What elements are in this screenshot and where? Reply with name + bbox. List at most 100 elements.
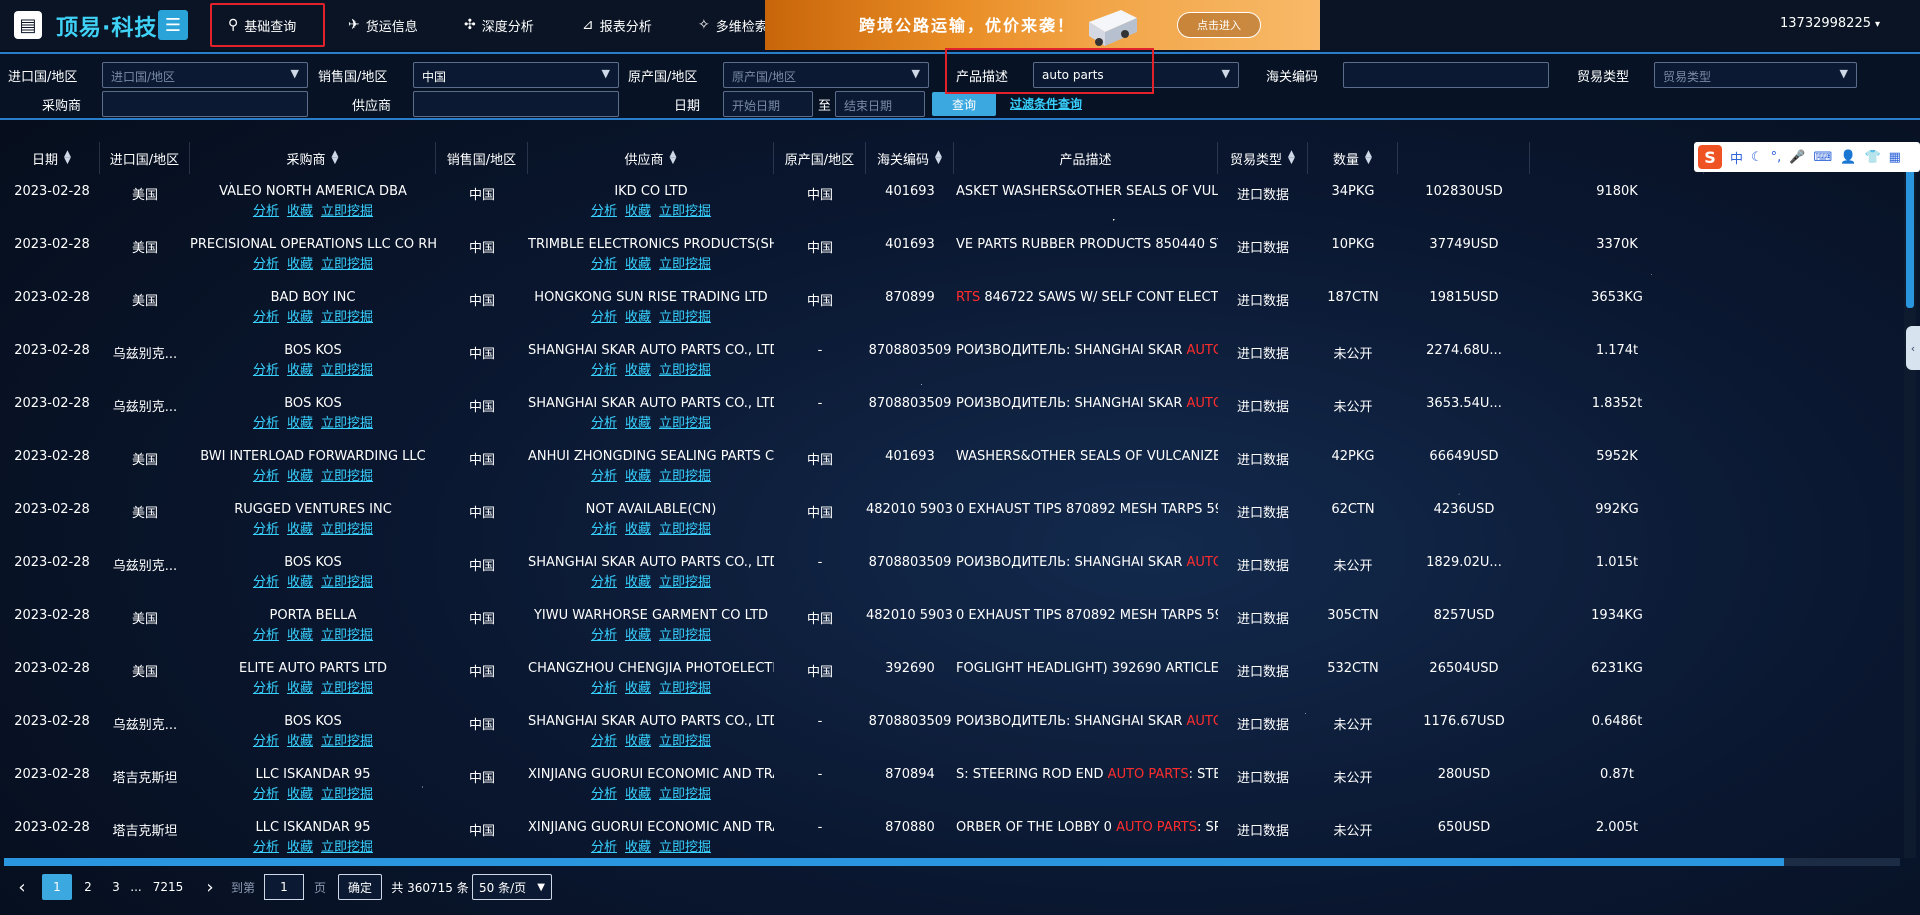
favorite-link[interactable]: 收藏 <box>287 204 313 219</box>
analyze-link[interactable]: 分析 <box>591 575 617 590</box>
side-panel-toggle[interactable]: ‹ <box>1906 326 1920 370</box>
analyze-link[interactable]: 分析 <box>591 469 617 484</box>
favorite-link[interactable]: 收藏 <box>625 522 651 537</box>
mine-link[interactable]: 立即挖掘 <box>659 734 711 749</box>
prev-page-button[interactable]: ‹ <box>14 874 30 900</box>
mine-link[interactable]: 立即挖掘 <box>659 310 711 325</box>
favorite-link[interactable]: 收藏 <box>287 310 313 325</box>
goto-page-input[interactable]: 1 <box>264 874 304 900</box>
mine-link[interactable]: 立即挖掘 <box>321 522 373 537</box>
favorite-link[interactable]: 收藏 <box>625 363 651 378</box>
trade-type-select[interactable]: 贸易类型 ▼ <box>1654 62 1857 88</box>
mine-link[interactable]: 立即挖掘 <box>321 204 373 219</box>
filter-condition-link[interactable]: 过滤条件查询 <box>1010 95 1082 112</box>
mine-link[interactable]: 立即挖掘 <box>659 575 711 590</box>
page-2[interactable]: 2 <box>80 874 96 900</box>
analyze-link[interactable]: 分析 <box>591 257 617 272</box>
sort-icon[interactable]: ▲ ▼ <box>332 150 339 166</box>
favorite-link[interactable]: 收藏 <box>625 628 651 643</box>
moon-icon[interactable]: ☾ <box>1751 150 1763 165</box>
page-1[interactable]: 1 <box>42 874 72 900</box>
favorite-link[interactable]: 收藏 <box>625 787 651 802</box>
mine-link[interactable]: 立即挖掘 <box>659 522 711 537</box>
favorite-link[interactable]: 收藏 <box>287 575 313 590</box>
analyze-link[interactable]: 分析 <box>591 204 617 219</box>
mine-link[interactable]: 立即挖掘 <box>321 734 373 749</box>
mine-link[interactable]: 立即挖掘 <box>659 416 711 431</box>
mine-link[interactable]: 立即挖掘 <box>321 628 373 643</box>
analyze-link[interactable]: 分析 <box>253 734 279 749</box>
analyze-link[interactable]: 分析 <box>253 840 279 855</box>
mine-link[interactable]: 立即挖掘 <box>321 681 373 696</box>
analyze-link[interactable]: 分析 <box>591 310 617 325</box>
favorite-link[interactable]: 收藏 <box>287 522 313 537</box>
confirm-button[interactable]: 确定 <box>338 874 382 900</box>
favorite-link[interactable]: 收藏 <box>287 416 313 431</box>
analyze-link[interactable]: 分析 <box>591 681 617 696</box>
favorite-link[interactable]: 收藏 <box>625 204 651 219</box>
microphone-icon[interactable]: 🎤 <box>1789 150 1805 165</box>
nav-report-analysis[interactable]: ⊿ 报表分析 <box>582 0 652 50</box>
mine-link[interactable]: 立即挖掘 <box>659 681 711 696</box>
analyze-link[interactable]: 分析 <box>591 787 617 802</box>
supplier-input[interactable] <box>413 91 619 117</box>
mine-link[interactable]: 立即挖掘 <box>321 416 373 431</box>
vertical-scrollbar[interactable] <box>1904 148 1916 858</box>
sales-country-select[interactable]: 中国 ▼ <box>413 62 619 88</box>
sort-icon[interactable]: ▲ ▼ <box>64 150 71 166</box>
mine-link[interactable]: 立即挖掘 <box>321 787 373 802</box>
favorite-link[interactable]: 收藏 <box>625 840 651 855</box>
analyze-link[interactable]: 分析 <box>253 628 279 643</box>
column-header[interactable]: 供应商 ▲ ▼ <box>528 142 774 174</box>
analyze-link[interactable]: 分析 <box>591 840 617 855</box>
analyze-link[interactable]: 分析 <box>253 469 279 484</box>
analyze-link[interactable]: 分析 <box>253 310 279 325</box>
analyze-link[interactable]: 分析 <box>253 522 279 537</box>
punctuation-icon[interactable]: °, <box>1771 150 1782 165</box>
mine-link[interactable]: 立即挖掘 <box>659 840 711 855</box>
mine-link[interactable]: 立即挖掘 <box>659 628 711 643</box>
scroll-thumb[interactable] <box>4 858 1784 866</box>
keyboard-icon[interactable]: ⌨ <box>1814 150 1833 165</box>
nav-multi-search[interactable]: ✧ 多维检索 <box>698 0 768 50</box>
mine-link[interactable]: 立即挖掘 <box>321 469 373 484</box>
sort-icon[interactable]: ▲ ▼ <box>670 150 677 166</box>
column-header[interactable]: 海关编码 ▲ ▼ <box>866 142 954 174</box>
page-ellipsis[interactable]: ... <box>128 874 144 900</box>
column-header[interactable]: 数量 ▲ ▼ <box>1308 142 1398 174</box>
favorite-link[interactable]: 收藏 <box>287 681 313 696</box>
analyze-link[interactable]: 分析 <box>253 787 279 802</box>
analyze-link[interactable]: 分析 <box>253 575 279 590</box>
page-3[interactable]: 3 <box>108 874 124 900</box>
grid-icon[interactable]: ▦ <box>1889 150 1901 165</box>
next-page-button[interactable]: › <box>202 874 218 900</box>
mine-link[interactable]: 立即挖掘 <box>659 257 711 272</box>
favorite-link[interactable]: 收藏 <box>625 734 651 749</box>
analyze-link[interactable]: 分析 <box>253 681 279 696</box>
user-icon[interactable]: 👤 <box>1840 150 1856 165</box>
column-header[interactable]: 日期 ▲ ▼ <box>4 142 100 174</box>
mine-link[interactable]: 立即挖掘 <box>321 363 373 378</box>
favorite-link[interactable]: 收藏 <box>287 628 313 643</box>
analyze-link[interactable]: 分析 <box>253 416 279 431</box>
favorite-link[interactable]: 收藏 <box>287 840 313 855</box>
buyer-input[interactable] <box>102 91 308 117</box>
analyze-link[interactable]: 分析 <box>591 416 617 431</box>
analyze-link[interactable]: 分析 <box>253 363 279 378</box>
start-date-input[interactable]: 开始日期 <box>723 91 813 117</box>
hs-code-input[interactable] <box>1343 62 1549 88</box>
horizontal-scrollbar[interactable] <box>4 858 1900 866</box>
analyze-link[interactable]: 分析 <box>591 522 617 537</box>
mine-link[interactable]: 立即挖掘 <box>321 575 373 590</box>
favorite-link[interactable]: 收藏 <box>625 575 651 590</box>
import-country-select[interactable]: 进口国/地区 ▼ <box>102 62 308 88</box>
query-button[interactable]: 查询 <box>932 92 996 116</box>
nav-freight-info[interactable]: ✈ 货运信息 <box>348 0 418 50</box>
banner-enter-button[interactable]: 点击进入 <box>1177 12 1261 38</box>
analyze-link[interactable]: 分析 <box>591 363 617 378</box>
sort-icon[interactable]: ▲ ▼ <box>935 150 942 166</box>
scroll-thumb[interactable] <box>1906 148 1914 308</box>
favorite-link[interactable]: 收藏 <box>625 469 651 484</box>
origin-country-select[interactable]: 原产国/地区 ▼ <box>723 62 929 88</box>
user-menu[interactable]: 13732998225 ▾ <box>1780 16 1880 31</box>
